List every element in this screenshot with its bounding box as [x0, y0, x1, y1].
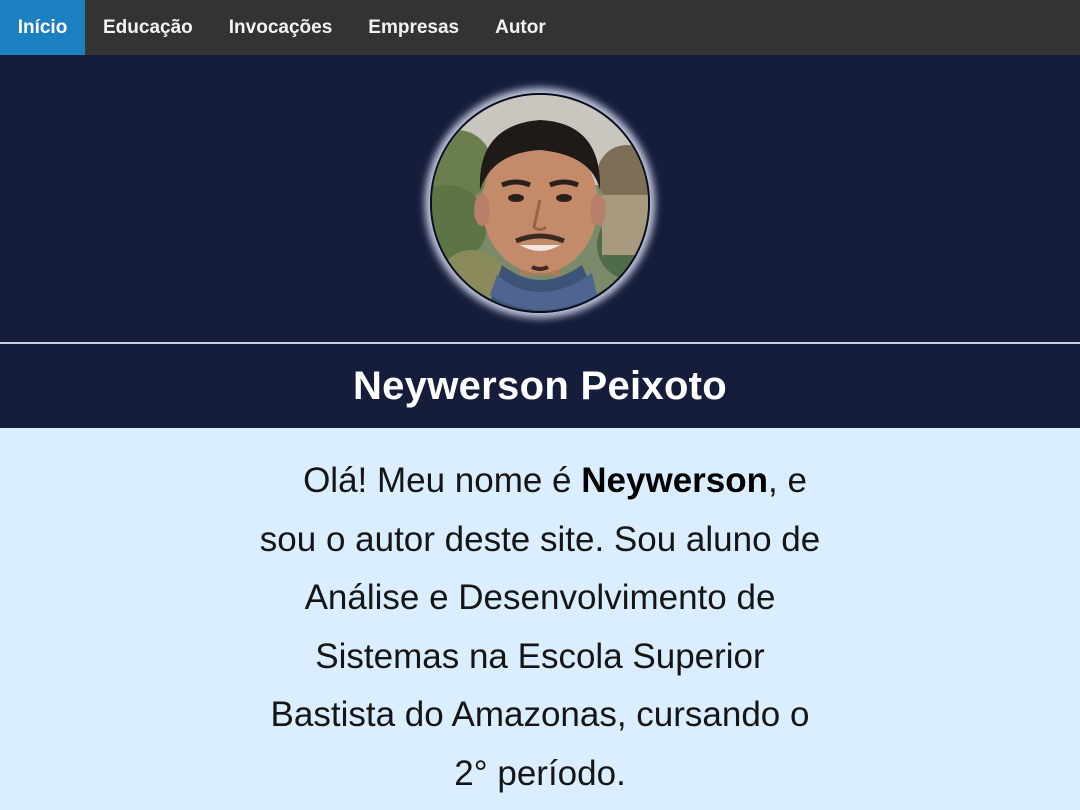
- intro-text-end: , e sou o autor deste site. Sou aluno de…: [259, 461, 821, 793]
- intro-text-start: Olá! Meu nome é: [303, 461, 582, 500]
- nav-item-inicio[interactable]: Início: [0, 0, 85, 55]
- nav-item-educacao[interactable]: Educação: [85, 0, 211, 55]
- intro-section: Olá! Meu nome é Neywerson, e sou o autor…: [0, 428, 1080, 810]
- intro-paragraph: Olá! Meu nome é Neywerson, e sou o autor…: [250, 452, 830, 803]
- intro-highlight-name: Neywerson: [581, 461, 769, 500]
- nav-item-empresas[interactable]: Empresas: [350, 0, 477, 55]
- nav-item-invocacoes[interactable]: Invocações: [211, 0, 351, 55]
- name-bar: Neywerson Peixoto: [0, 344, 1080, 428]
- profile-photo: [432, 95, 648, 311]
- nav-item-autor[interactable]: Autor: [477, 0, 564, 55]
- avatar: [430, 93, 650, 313]
- top-navigation: Início Educação Invocações Empresas Auto…: [0, 0, 1080, 55]
- profile-banner: [0, 55, 1080, 342]
- author-name: Neywerson Peixoto: [352, 363, 728, 408]
